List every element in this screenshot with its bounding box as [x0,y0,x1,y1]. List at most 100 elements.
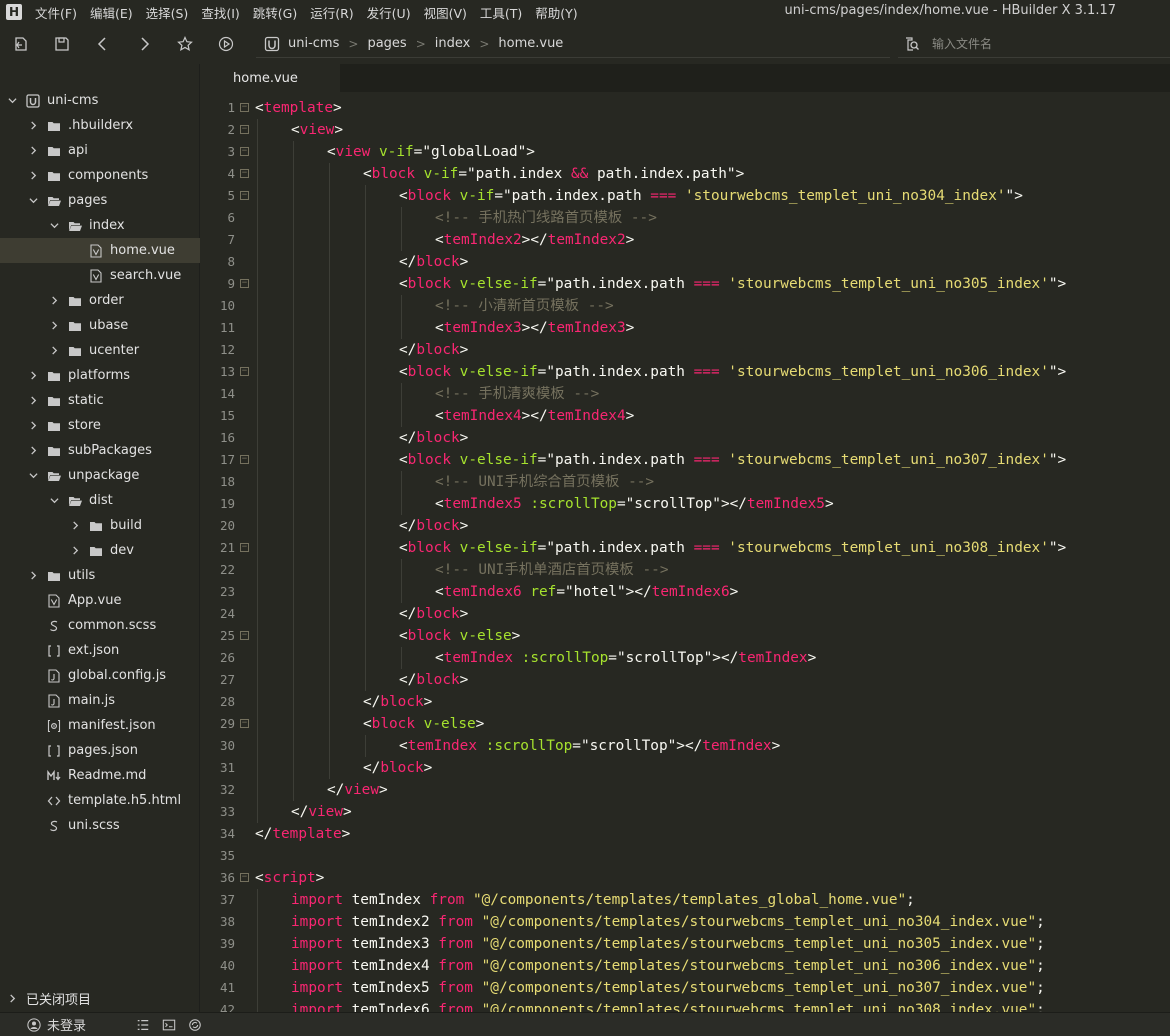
tree-item[interactable]: pages [0,188,200,213]
chevron-right-icon[interactable] [27,445,39,457]
tree-item[interactable]: Readme.md [0,763,200,788]
menu-item[interactable]: 查找(I) [201,3,239,22]
tree-item[interactable]: ext.json [0,638,200,663]
menu-item[interactable]: 运行(R) [310,3,353,22]
fold-toggle-icon[interactable]: − [240,455,249,464]
menu-item[interactable]: 帮助(Y) [535,3,577,22]
tree-item[interactable]: manifest.json [0,713,200,738]
fold-toggle-icon[interactable]: − [240,543,249,552]
tree-item[interactable]: ubase [0,313,200,338]
line-number: 39 [219,936,235,951]
menu-item[interactable]: 选择(S) [146,3,189,22]
chevron-down-icon[interactable] [48,495,60,507]
tree-item[interactable]: template.h5.html [0,788,200,813]
chevron-right-icon[interactable] [27,395,39,407]
chevron-down-icon[interactable] [48,220,60,232]
tree-item[interactable]: App.vue [0,588,200,613]
forward-button[interactable] [123,24,164,64]
breadcrumb-item-index[interactable]: index [435,36,471,51]
chevron-right-icon[interactable] [27,570,39,582]
chevron-right-icon[interactable] [69,520,81,532]
new-file-button[interactable] [0,24,41,64]
indent-guide [257,163,258,185]
line-number: 35 [219,848,235,863]
chevron-down-icon[interactable] [6,95,18,107]
indent-guide [257,273,258,295]
tree-item[interactable]: uni-cms [0,88,200,113]
list-icon[interactable] [136,1018,150,1032]
chevron-right-icon[interactable] [27,170,39,182]
tree-item[interactable]: uni.scss [0,813,200,838]
chevron-right-icon[interactable] [27,120,39,132]
code-token: v-if [459,188,495,204]
tree-item[interactable]: platforms [0,363,200,388]
tree-item[interactable]: home.vue [0,238,200,263]
chevron-down-icon[interactable] [27,470,39,482]
tree-item[interactable]: main.js [0,688,200,713]
fold-toggle-icon[interactable]: − [240,169,249,178]
indent-guide [401,559,402,581]
tab-home-vue[interactable]: home.vue [201,64,340,92]
tree-item[interactable]: static [0,388,200,413]
chevron-right-icon[interactable] [48,345,60,357]
tree-item[interactable]: store [0,413,200,438]
tree-item[interactable]: pages.json [0,738,200,763]
run-button[interactable] [205,24,246,64]
fold-toggle-icon[interactable]: − [240,279,249,288]
chevron-down-icon[interactable] [27,195,39,207]
terminal-icon[interactable] [162,1018,176,1032]
tree-item[interactable]: global.config.js [0,663,200,688]
menu-item[interactable]: 文件(F) [35,3,77,22]
folder-icon [47,144,61,158]
tree-item[interactable]: order [0,288,200,313]
file-search-input[interactable] [932,36,1152,51]
tree-item[interactable]: .hbuilderx [0,113,200,138]
tree-item[interactable]: dist [0,488,200,513]
line-number: 16 [219,430,235,445]
chevron-right-icon[interactable] [27,145,39,157]
chevron-right-icon[interactable] [48,320,60,332]
tree-item[interactable]: common.scss [0,613,200,638]
fold-toggle-icon[interactable]: − [240,125,249,134]
sync-icon[interactable] [188,1018,202,1032]
code-token: = [458,166,467,182]
back-button[interactable] [82,24,123,64]
fold-toggle-icon[interactable]: − [240,367,249,376]
menu-item[interactable]: 工具(T) [480,3,522,22]
menu-item[interactable]: 跳转(G) [253,3,297,22]
save-button[interactable] [41,24,82,64]
chevron-right-icon[interactable] [48,295,60,307]
fold-toggle-icon[interactable]: − [240,103,249,112]
closed-projects-row[interactable]: 已关闭项目 [0,986,200,1010]
code-token: ></ [625,584,652,600]
tree-item[interactable]: api [0,138,200,163]
tree-item[interactable]: utils [0,563,200,588]
chevron-right-icon[interactable] [27,420,39,432]
indent-guide [365,317,366,339]
fold-toggle-icon[interactable]: − [240,147,249,156]
chevron-right-icon[interactable] [27,370,39,382]
breadcrumb-item-pages[interactable]: pages [367,36,406,51]
tree-item[interactable]: components [0,163,200,188]
fold-toggle-icon[interactable]: − [240,719,249,728]
tree-item[interactable]: search.vue [0,263,200,288]
code-editor[interactable]: 1− <template> 2− <view> 3− <view v-if="global… [201,92,1170,1012]
tree-item[interactable]: ucenter [0,338,200,363]
menu-item[interactable]: 视图(V) [424,3,467,22]
tree-item[interactable]: subPackages [0,438,200,463]
menu-item[interactable]: 发行(U) [367,3,411,22]
tree-item[interactable]: index [0,213,200,238]
line-text: <block v-else> [363,713,484,735]
chevron-right-icon[interactable] [69,545,81,557]
fold-toggle-icon[interactable]: − [240,631,249,640]
favorite-button[interactable] [164,24,205,64]
login-status[interactable]: 未登录 [27,1015,86,1034]
tree-item[interactable]: build [0,513,200,538]
breadcrumb-item-file[interactable]: home.vue [498,36,563,51]
menu-item[interactable]: 编辑(E) [90,3,133,22]
breadcrumb-item-project[interactable]: uni-cms [288,36,339,51]
tree-item[interactable]: unpackage [0,463,200,488]
fold-toggle-icon[interactable]: − [240,191,249,200]
tree-item[interactable]: dev [0,538,200,563]
fold-toggle-icon[interactable]: − [240,873,249,882]
